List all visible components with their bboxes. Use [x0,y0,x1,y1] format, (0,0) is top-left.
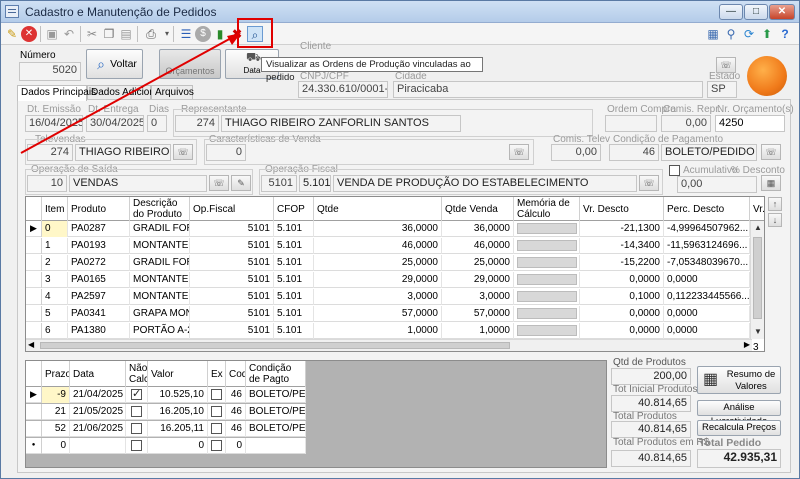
annotation-arrow [20,33,241,154]
main-window: Cadastro e Manutenção de Pedidos — □ ✕ ✎… [0,0,800,479]
